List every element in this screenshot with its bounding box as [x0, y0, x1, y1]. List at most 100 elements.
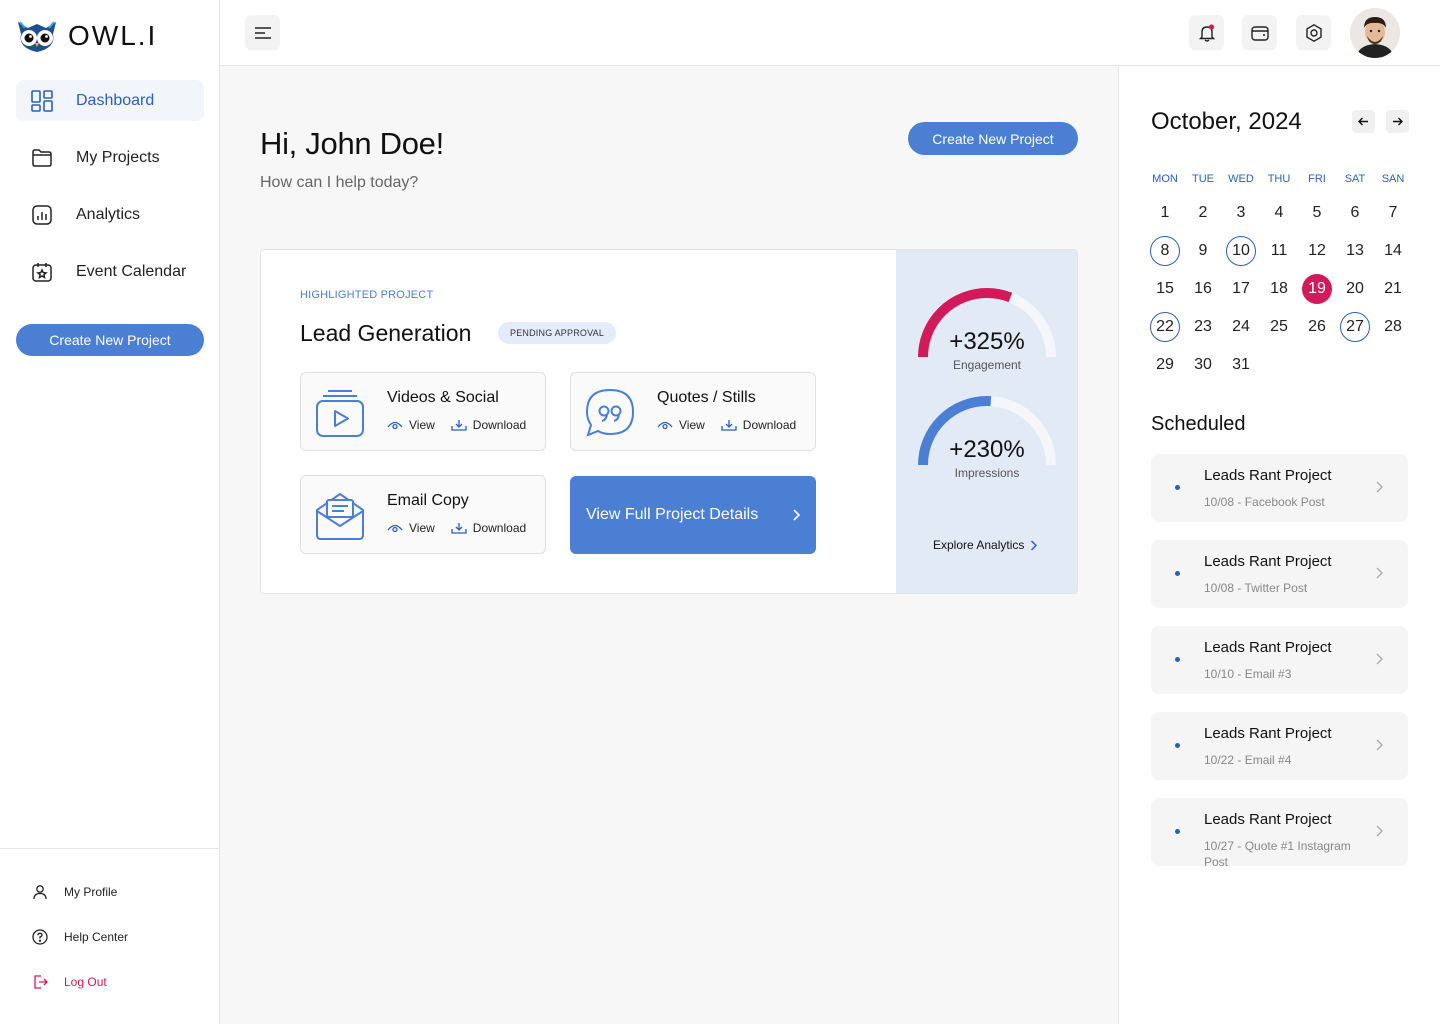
calendar-day[interactable]: 8 [1146, 236, 1184, 266]
calendar-day[interactable]: 16 [1184, 274, 1222, 304]
sidebar-item-label: Dashboard [76, 91, 155, 109]
calendar-day[interactable]: 3 [1222, 198, 1260, 228]
download-link[interactable]: Download [451, 521, 526, 535]
create-project-button[interactable]: Create New Project [908, 122, 1078, 155]
calendar-day[interactable]: 18 [1260, 274, 1298, 304]
sidebar-item-event-calendar[interactable]: Event Calendar [16, 251, 204, 292]
calendar-day[interactable]: 15 [1146, 274, 1184, 304]
calendar-day[interactable]: 26 [1298, 312, 1336, 342]
scheduled-item[interactable]: Leads Rant Project 10/22 - Email #4 [1151, 712, 1408, 780]
calendar-day[interactable]: 6 [1336, 198, 1374, 228]
weekday-label: MON [1152, 173, 1178, 185]
weekday-label: WED [1228, 173, 1254, 185]
calendar-star-icon [32, 262, 52, 282]
tile-videos-social[interactable]: Videos & Social View Download [300, 372, 546, 451]
calendar-day[interactable]: 30 [1184, 350, 1222, 380]
analytics-icon [32, 204, 52, 225]
calendar-day[interactable]: 11 [1260, 236, 1298, 266]
download-link[interactable]: Download [721, 418, 796, 432]
calendar-day[interactable]: 10 [1222, 236, 1260, 266]
logout-link[interactable]: Log Out [0, 955, 219, 1008]
calendar-day[interactable]: 21 [1374, 274, 1412, 304]
topbar [220, 0, 1440, 66]
calendar-day[interactable]: 29 [1146, 350, 1184, 380]
weekday-label: SAT [1344, 173, 1366, 185]
view-link[interactable]: View [657, 418, 705, 432]
user-avatar[interactable] [1350, 8, 1400, 58]
calendar-day[interactable]: 4 [1260, 198, 1298, 228]
calendar-day[interactable]: 28 [1374, 312, 1412, 342]
help-center-label: Help Center [64, 929, 129, 944]
logo[interactable]: OWL.I [16, 18, 157, 54]
calendar-day-number: 3 [1236, 204, 1246, 221]
scheduled-item-subtitle: 10/08 - Facebook Post [1204, 495, 1325, 509]
calendar-day[interactable]: 23 [1184, 312, 1222, 342]
calendar-day[interactable]: 22 [1146, 312, 1184, 342]
wallet-icon [1250, 25, 1269, 41]
arrow-left-icon [1358, 117, 1368, 126]
tile-email-copy[interactable]: Email Copy View Download [300, 475, 546, 554]
highlighted-label: HIGHLIGHTED PROJECT [300, 289, 434, 301]
scheduled-item-title: Leads Rant Project [1204, 553, 1332, 570]
scheduled-item[interactable]: Leads Rant Project 10/27 - Quote #1 Insta… [1151, 798, 1408, 869]
view-project-details-button[interactable]: View Full Project Details [570, 476, 816, 554]
calendar-day[interactable]: 1 [1146, 198, 1184, 228]
calendar-day-number: 22 [1150, 312, 1180, 342]
download-link[interactable]: Download [451, 418, 526, 432]
calendar-empty-cell [1260, 350, 1298, 380]
view-project-details-label: View Full Project Details [586, 506, 759, 523]
folder-icon [32, 148, 52, 167]
calendar-day-number: 2 [1198, 204, 1208, 221]
menu-toggle-button[interactable] [245, 15, 280, 50]
weekday-label: TUE [1192, 173, 1214, 185]
menu-icon [254, 26, 271, 39]
calendar-day-number: 19 [1302, 274, 1332, 304]
scheduled-item[interactable]: Leads Rant Project 10/08 - Facebook Post [1151, 454, 1408, 522]
sidebar: OWL.I Dashboard My Projects Analytics Ev… [0, 0, 220, 1024]
calendar-day-number: 17 [1232, 280, 1250, 297]
calendar-day[interactable]: 25 [1260, 312, 1298, 342]
explore-analytics-link[interactable]: Explore Analytics [933, 538, 1038, 552]
calendar-day-number: 4 [1274, 204, 1284, 221]
chevron-right-icon [1376, 481, 1383, 493]
calendar-day-number: 8 [1150, 236, 1180, 266]
calendar-day[interactable]: 5 [1298, 198, 1336, 228]
calendar-day[interactable]: 2 [1184, 198, 1222, 228]
calendar-day[interactable]: 9 [1184, 236, 1222, 266]
calendar-day-number: 23 [1194, 318, 1212, 335]
prev-month-button[interactable] [1352, 110, 1375, 133]
next-month-button[interactable] [1386, 110, 1409, 133]
sidebar-item-label: Event Calendar [76, 262, 187, 280]
sidebar-item-my-projects[interactable]: My Projects [16, 137, 204, 178]
calendar-day[interactable]: 31 [1222, 350, 1260, 380]
wallet-button[interactable] [1242, 15, 1277, 50]
scheduled-item-title: Leads Rant Project [1204, 467, 1332, 484]
calendar-day[interactable]: 13 [1336, 236, 1374, 266]
calendar-day-number: 30 [1194, 356, 1212, 373]
bell-icon [1198, 23, 1215, 42]
calendar-day-number: 18 [1270, 280, 1288, 297]
calendar-day-number: 14 [1384, 242, 1402, 259]
sidebar-item-dashboard[interactable]: Dashboard [16, 80, 204, 121]
sidebar-create-project-button[interactable]: Create New Project [16, 324, 204, 356]
calendar-day[interactable]: 27 [1336, 312, 1374, 342]
calendar-day-number: 1 [1160, 204, 1170, 221]
view-link[interactable]: View [387, 418, 435, 432]
scheduled-item[interactable]: Leads Rant Project 10/10 - Email #3 [1151, 626, 1408, 694]
sidebar-nav: Dashboard My Projects Analytics Event Ca… [16, 80, 204, 308]
sidebar-item-analytics[interactable]: Analytics [16, 194, 204, 235]
calendar-day[interactable]: 12 [1298, 236, 1336, 266]
view-link[interactable]: View [387, 521, 435, 535]
calendar-day[interactable]: 7 [1374, 198, 1412, 228]
settings-button[interactable] [1296, 15, 1331, 50]
calendar-day[interactable]: 14 [1374, 236, 1412, 266]
calendar-day[interactable]: 19 [1298, 274, 1336, 304]
weekday-row: MON TUE WED THU FRI SAT SAN [1146, 164, 1412, 194]
arrow-right-icon [1393, 117, 1403, 126]
calendar-day[interactable]: 24 [1222, 312, 1260, 342]
notifications-button[interactable] [1189, 15, 1224, 50]
calendar-day[interactable]: 17 [1222, 274, 1260, 304]
tile-quotes-stills[interactable]: Quotes / Stills View Download [570, 372, 816, 451]
scheduled-item[interactable]: Leads Rant Project 10/08 - Twitter Post [1151, 540, 1408, 608]
calendar-day[interactable]: 20 [1336, 274, 1374, 304]
